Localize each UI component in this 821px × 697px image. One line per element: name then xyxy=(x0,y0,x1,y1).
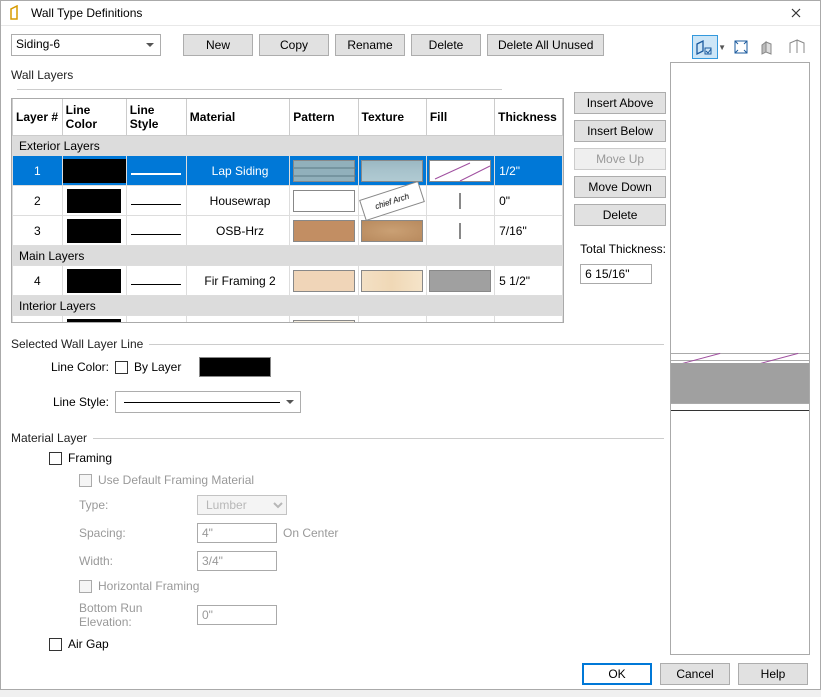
cell-num: 1 xyxy=(13,156,63,186)
rename-button[interactable]: Rename xyxy=(335,34,405,56)
layer-op-buttons: Insert Above Insert Below Move Up Move D… xyxy=(568,68,666,323)
cancel-button[interactable]: Cancel xyxy=(660,663,730,685)
selected-wall-layer-line-label: Selected Wall Layer Line xyxy=(11,337,666,351)
framing-type-select: Lumber xyxy=(197,495,287,515)
layer-row-1[interactable]: 1 Lap Siding 1/2" xyxy=(13,156,563,186)
wall-type-dialog: Wall Type Definitions Siding-6 New Copy … xyxy=(0,0,821,690)
layer-row-4[interactable]: 4 Fir Framing 2 5 1/2" xyxy=(13,266,563,296)
line-color-swatch[interactable] xyxy=(199,357,271,377)
titlebar: Wall Type Definitions xyxy=(1,1,820,26)
insert-above-button[interactable]: Insert Above xyxy=(574,92,666,114)
total-thickness-input[interactable] xyxy=(580,264,652,284)
delete-layer-button[interactable]: Delete xyxy=(574,204,666,226)
width-label: Width: xyxy=(79,554,191,568)
line-color-label: Line Color: xyxy=(49,360,109,374)
delete-all-unused-button[interactable]: Delete All Unused xyxy=(487,34,604,56)
line-style-label: Line Style: xyxy=(49,395,109,409)
move-down-button[interactable]: Move Down xyxy=(574,176,666,198)
preview-pane[interactable] xyxy=(670,62,810,655)
bottom-run-input xyxy=(197,605,277,625)
new-button[interactable]: New xyxy=(183,34,253,56)
table-header-row: Layer # Line Color Line Style Material P… xyxy=(13,99,563,136)
total-thickness-label: Total Thickness: xyxy=(574,242,666,256)
by-layer-checkbox[interactable] xyxy=(115,361,128,374)
by-layer-label: By Layer xyxy=(134,360,181,374)
horizontal-framing-checkbox xyxy=(79,580,92,593)
type-label: Type: xyxy=(79,498,191,512)
ok-button[interactable]: OK xyxy=(582,663,652,685)
col-fill[interactable]: Fill xyxy=(426,99,494,136)
move-up-button: Move Up xyxy=(574,148,666,170)
dialog-title: Wall Type Definitions xyxy=(31,6,776,20)
width-input xyxy=(197,551,277,571)
group-main[interactable]: Main Layers xyxy=(13,246,563,266)
spacing-input xyxy=(197,523,277,543)
layer-row-5[interactable]: 5 Drywall No Texture 1/2" xyxy=(13,316,563,324)
cell-thickness[interactable]: 1/2" xyxy=(495,156,563,186)
close-button[interactable] xyxy=(776,1,816,25)
copy-button[interactable]: Copy xyxy=(259,34,329,56)
help-button[interactable]: Help xyxy=(738,663,808,685)
cell-line-color[interactable] xyxy=(62,156,126,186)
spacing-label: Spacing: xyxy=(79,526,191,540)
view-3d-icon[interactable] xyxy=(756,35,782,59)
col-thickness[interactable]: Thickness xyxy=(495,99,563,136)
group-exterior[interactable]: Exterior Layers xyxy=(13,136,563,156)
dropdown-chevron-icon[interactable]: ▼ xyxy=(718,43,726,52)
framing-label: Framing xyxy=(68,451,112,465)
fit-extents-icon[interactable] xyxy=(728,35,754,59)
col-line-style[interactable]: Line Style xyxy=(126,99,186,136)
framing-checkbox[interactable] xyxy=(49,452,62,465)
wall-layers-label: Wall Layers xyxy=(11,68,564,96)
layer-row-2[interactable]: 2 Housewrap chief Arch 0" xyxy=(13,186,563,216)
on-center-label: On Center xyxy=(283,526,338,540)
preview-mode-icon[interactable] xyxy=(692,35,718,59)
group-interior[interactable]: Interior Layers xyxy=(13,296,563,316)
cell-material[interactable]: Lap Siding xyxy=(186,156,289,186)
wall-type-dropdown[interactable]: Siding-6 xyxy=(11,34,161,56)
wall-type-selected: Siding-6 xyxy=(16,37,60,51)
col-line-color[interactable]: Line Color xyxy=(62,99,126,136)
cell-pattern[interactable] xyxy=(290,156,358,186)
use-default-framing-checkbox xyxy=(79,474,92,487)
delete-button[interactable]: Delete xyxy=(411,34,481,56)
bottom-run-label: Bottom Run Elevation: xyxy=(79,601,191,629)
insert-below-button[interactable]: Insert Below xyxy=(574,120,666,142)
cell-line-style[interactable] xyxy=(126,156,186,186)
layer-row-3[interactable]: 3 OSB-Hrz 7/16" xyxy=(13,216,563,246)
view-plan-icon[interactable] xyxy=(784,35,810,59)
material-layer-label: Material Layer xyxy=(11,431,666,445)
air-gap-checkbox[interactable] xyxy=(49,638,62,651)
horizontal-framing-label: Horizontal Framing xyxy=(98,579,199,593)
col-texture[interactable]: Texture xyxy=(358,99,426,136)
app-icon xyxy=(9,5,25,21)
col-material[interactable]: Material xyxy=(186,99,289,136)
dialog-footer: OK Cancel Help xyxy=(1,655,820,697)
use-default-framing-label: Use Default Framing Material xyxy=(98,473,254,487)
col-layer-num[interactable]: Layer # xyxy=(13,99,63,136)
layers-table: Layer # Line Color Line Style Material P… xyxy=(11,98,564,323)
air-gap-label: Air Gap xyxy=(68,637,109,651)
cell-fill[interactable] xyxy=(426,156,494,186)
line-style-dropdown[interactable] xyxy=(115,391,301,413)
col-pattern[interactable]: Pattern xyxy=(290,99,358,136)
